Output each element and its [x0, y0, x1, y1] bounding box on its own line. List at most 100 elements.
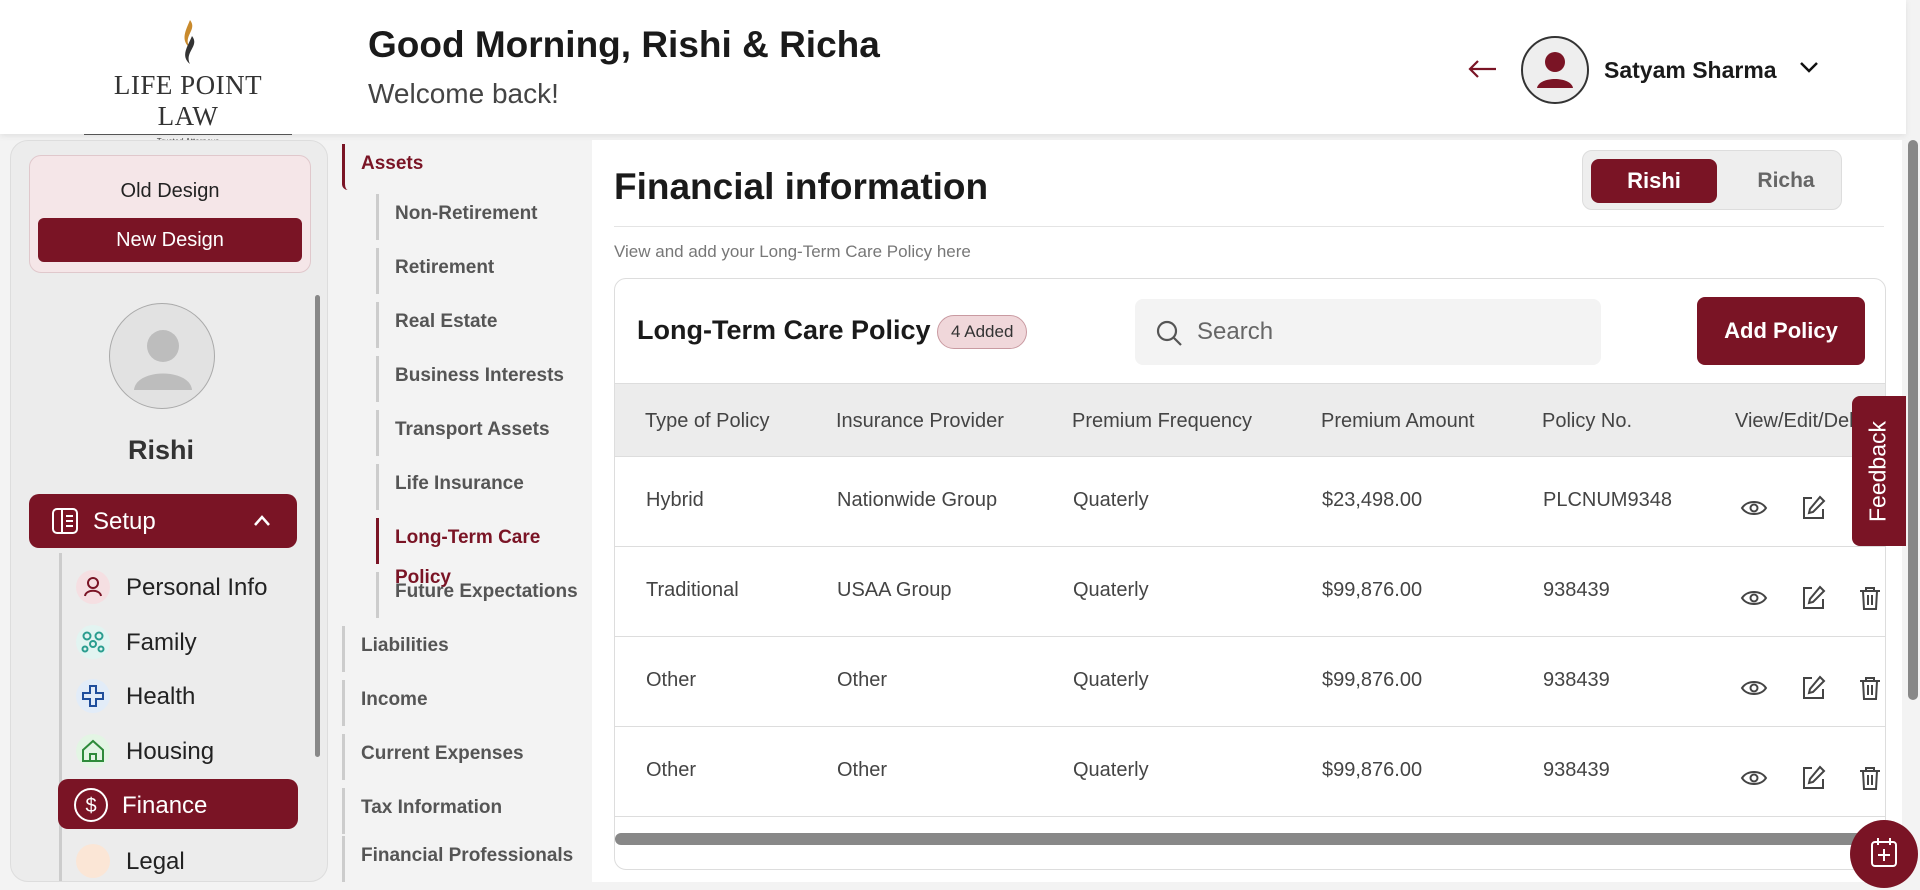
table-header: Type of Policy Insurance Provider Premiu… [615, 383, 1885, 457]
cell-amount: $99,876.00 [1322, 759, 1423, 781]
sidebar-item-label: Housing [126, 738, 215, 765]
sidebar-item-housing[interactable]: Housing [62, 725, 310, 775]
legal-icon [76, 844, 110, 878]
cell-type: Traditional [646, 579, 739, 601]
calendar-plus-icon [1871, 838, 1897, 867]
edit-pencil-icon[interactable] [1798, 493, 1828, 523]
toggle-rishi[interactable]: Rishi [1591, 159, 1717, 203]
sidebar-item-personal-info[interactable]: Personal Info [62, 561, 310, 611]
cell-policy-no: 938439 [1543, 579, 1610, 601]
toggle-richa[interactable]: Richa [1731, 159, 1841, 203]
old-design-button[interactable]: Old Design [30, 180, 310, 203]
chevron-down-icon[interactable] [1797, 55, 1821, 86]
view-eye-icon[interactable] [1739, 583, 1769, 613]
sidebar-item-legal[interactable]: Legal [62, 835, 310, 881]
table-row: Traditional USAA Group Quaterly $99,876.… [615, 547, 1885, 637]
setup-accordion[interactable]: Setup [29, 494, 297, 548]
view-eye-icon[interactable] [1739, 673, 1769, 703]
column-header[interactable]: Policy No. [1542, 410, 1632, 433]
submenu-financial-professionals[interactable]: Financial Professionals [342, 836, 573, 882]
sidebar-item-family[interactable]: Family [62, 616, 310, 666]
submenu-tax-information[interactable]: Tax Information [342, 788, 502, 834]
calendar-add-button[interactable] [1850, 820, 1918, 888]
submenu-future-expectations[interactable]: Future Expectations [376, 572, 578, 618]
user-avatar[interactable] [1521, 36, 1589, 104]
cell-provider: USAA Group [837, 579, 952, 601]
policy-card: Long-Term Care Policy 4 Added Add Policy… [614, 278, 1886, 870]
welcome-text: Welcome back! [368, 78, 559, 109]
view-eye-icon[interactable] [1739, 763, 1769, 793]
submenu-assets[interactable]: Assets [342, 144, 423, 190]
profile-avatar [109, 303, 215, 409]
setup-list: Personal Info Family Health Housing $ Fi… [58, 553, 310, 881]
new-design-button[interactable]: New Design [38, 218, 302, 262]
cell-frequency: Quaterly [1073, 489, 1149, 511]
column-header[interactable]: Insurance Provider [836, 410, 1004, 433]
search-icon [1155, 319, 1183, 352]
table-row: Other Other Quaterly $99,876.00 938439 [615, 727, 1885, 817]
sidebar-item-finance[interactable]: $ Finance [58, 779, 298, 829]
column-header[interactable]: Premium Amount [1321, 410, 1474, 433]
submenu-liabilities[interactable]: Liabilities [342, 626, 449, 672]
cell-type: Other [646, 759, 697, 781]
cell-type: Other [646, 669, 697, 691]
greeting-title: Good Morning, Rishi & Richa [368, 24, 880, 65]
feedback-label: Feedback [1864, 421, 1891, 523]
back-arrow-icon[interactable] [1466, 54, 1498, 86]
cell-policy-no: PLCNUM9348 [1543, 489, 1672, 511]
submenu-current-expenses[interactable]: Current Expenses [342, 734, 524, 780]
person-toggle: Rishi Richa [1582, 150, 1842, 210]
top-header: LIFE POINT LAW Trusted Attorneys Good Mo… [0, 0, 1906, 146]
sidebar-item-label: Family [126, 629, 197, 656]
finance-submenu: Assets Non-Retirement Retirement Real Es… [336, 140, 592, 890]
edit-pencil-icon[interactable] [1798, 673, 1828, 703]
delete-trash-icon[interactable] [1855, 583, 1885, 613]
design-switcher: Old Design New Design [29, 155, 311, 273]
submenu-transport-assets[interactable]: Transport Assets [376, 410, 550, 456]
setup-label: Setup [93, 508, 156, 535]
table-row: Other Other Quaterly $99,876.00 938439 [615, 637, 1885, 727]
sidebar-item-label: Finance [122, 792, 208, 819]
sidebar-item-health[interactable]: Health [62, 670, 310, 720]
submenu-income[interactable]: Income [342, 680, 428, 726]
table-horizontal-scrollbar[interactable] [615, 833, 1871, 845]
user-name[interactable]: Satyam Sharma [1604, 57, 1777, 84]
sidebar-item-label: Legal [126, 848, 185, 875]
card-title: Long-Term Care Policy [637, 315, 931, 345]
brand-logo[interactable]: LIFE POINT LAW Trusted Attorneys [84, 18, 292, 146]
edit-pencil-icon[interactable] [1798, 583, 1828, 613]
cell-amount: $99,876.00 [1322, 669, 1423, 691]
submenu-life-insurance[interactable]: Life Insurance [376, 464, 524, 510]
view-eye-icon[interactable] [1739, 493, 1769, 523]
house-icon [76, 734, 110, 768]
submenu-non-retirement[interactable]: Non-Retirement [376, 194, 538, 240]
cell-provider: Other [837, 759, 888, 781]
main-content: Financial information Rishi Richa View a… [592, 140, 1902, 882]
submenu-retirement[interactable]: Retirement [376, 248, 494, 294]
column-header[interactable]: Premium Frequency [1072, 410, 1252, 433]
page-scrollbar[interactable] [1908, 140, 1918, 700]
search-box [1135, 299, 1601, 365]
left-sidebar: Old Design New Design Rishi Setup Person… [10, 140, 328, 882]
add-policy-button[interactable]: Add Policy [1697, 297, 1865, 365]
submenu-real-estate[interactable]: Real Estate [376, 302, 497, 348]
sidebar-item-label: Personal Info [126, 574, 268, 601]
cell-policy-no: 938439 [1543, 759, 1610, 781]
table-row: Hybrid Nationwide Group Quaterly $23,498… [615, 457, 1885, 547]
submenu-long-term-care-policy[interactable]: Long-Term Care Policy [376, 518, 592, 588]
setup-panel-icon [51, 507, 79, 540]
person-icon [76, 570, 110, 604]
edit-pencil-icon[interactable] [1798, 763, 1828, 793]
brand-name: LIFE POINT LAW [113, 70, 263, 131]
search-input[interactable] [1197, 315, 1577, 349]
sidebar-scrollbar[interactable] [315, 295, 320, 757]
chevron-up-icon [251, 510, 273, 537]
cell-frequency: Quaterly [1073, 759, 1149, 781]
delete-trash-icon[interactable] [1855, 763, 1885, 793]
cell-amount: $99,876.00 [1322, 579, 1423, 601]
feedback-tab[interactable]: Feedback [1852, 396, 1906, 546]
sidebar-item-label: Health [126, 683, 196, 710]
delete-trash-icon[interactable] [1855, 673, 1885, 703]
column-header[interactable]: Type of Policy [645, 410, 770, 433]
submenu-business-interests[interactable]: Business Interests [376, 356, 564, 402]
